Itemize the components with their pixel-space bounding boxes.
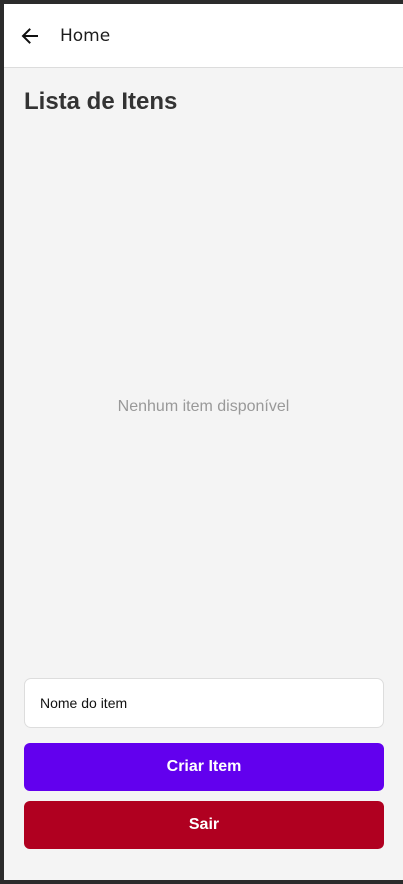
back-button[interactable] (16, 22, 44, 50)
arrow-left-icon (21, 28, 38, 44)
exit-button[interactable]: Sair (24, 801, 384, 849)
page-title: Lista de Itens (24, 88, 178, 115)
create-item-button[interactable]: Criar Item (24, 743, 384, 791)
app-screen: Home Lista de Itens Nenhum item disponív… (4, 4, 403, 880)
item-name-input[interactable] (24, 678, 384, 728)
app-bar-title: Home (60, 26, 111, 46)
app-bar: Home (4, 4, 403, 68)
empty-list-message: Nenhum item disponível (117, 398, 290, 415)
